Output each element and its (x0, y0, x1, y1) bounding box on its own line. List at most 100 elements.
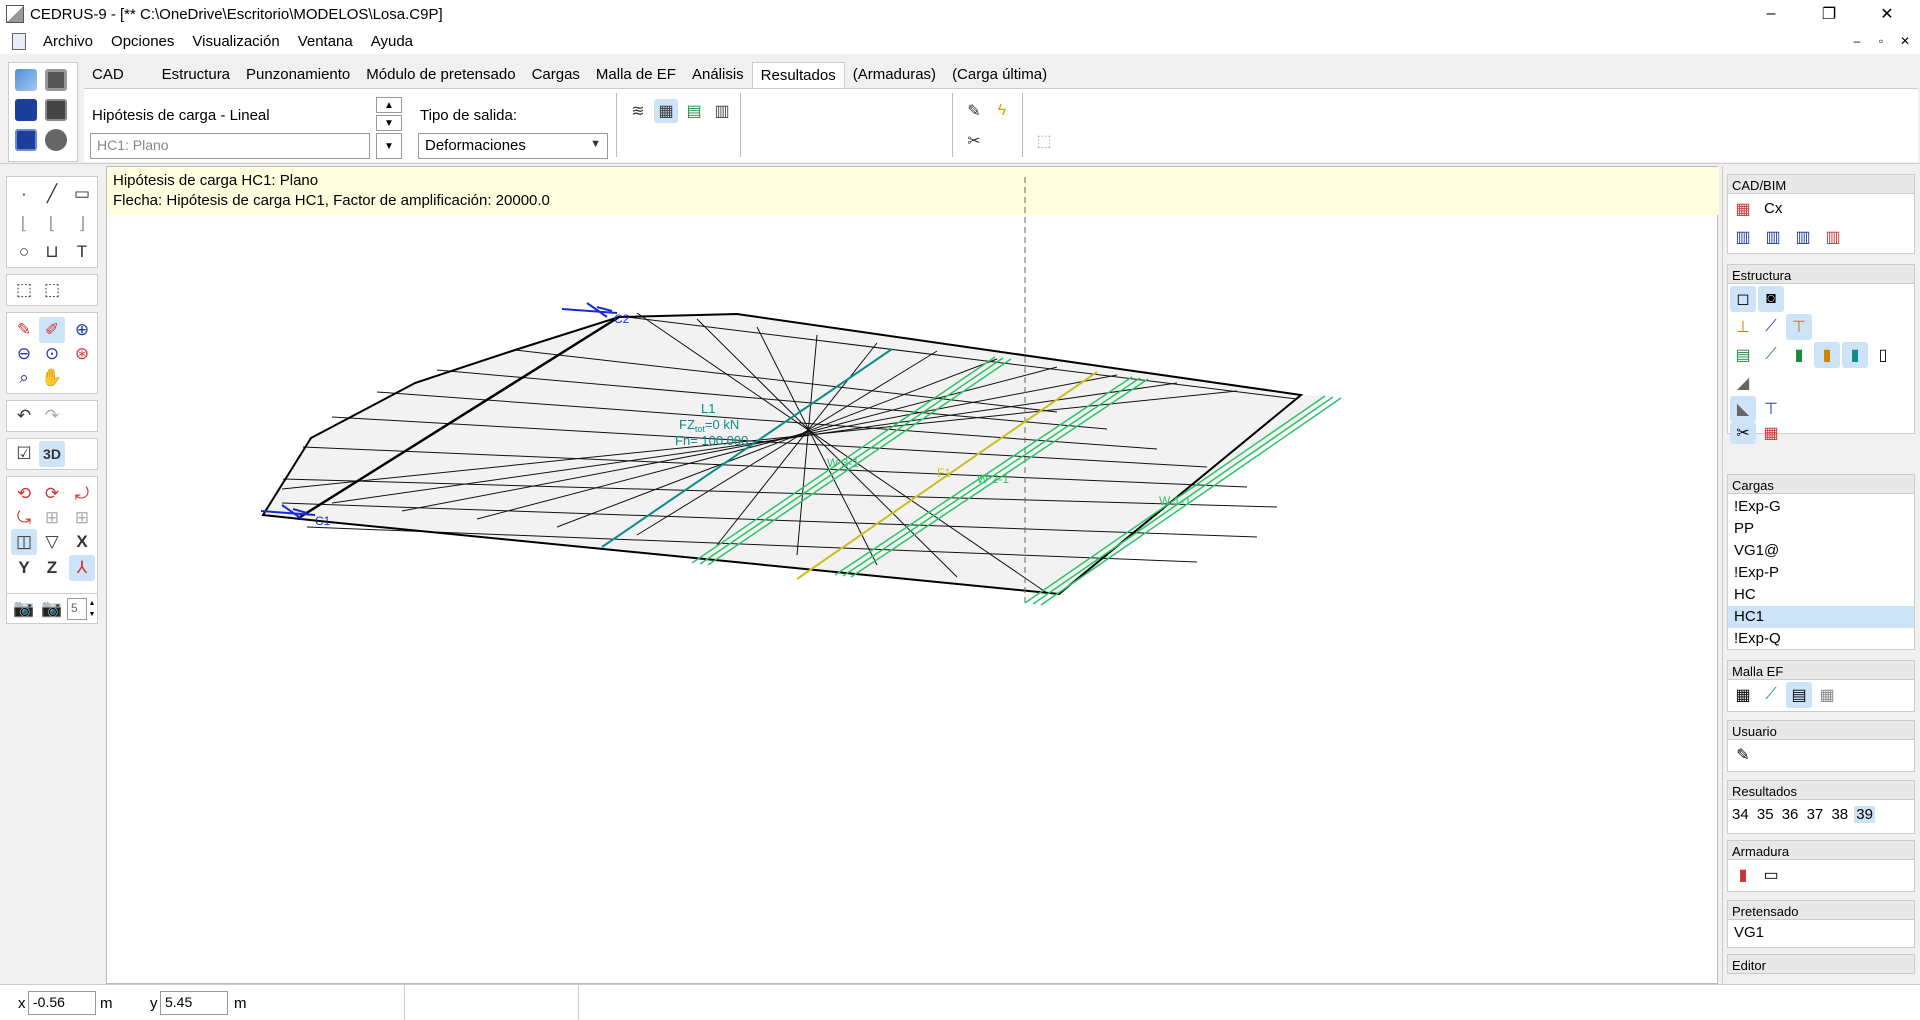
x-coord-field[interactable]: -0.56 (28, 991, 96, 1015)
print-icon[interactable] (45, 69, 67, 91)
checklist-icon[interactable]: ☑ (11, 441, 37, 467)
save-icon[interactable] (15, 99, 37, 121)
load-item-exp-g[interactable]: !Exp-G (1728, 496, 1914, 518)
load-item-vg1[interactable]: VG1@ (1728, 540, 1914, 562)
brick-icon[interactable]: ▦ (1758, 422, 1784, 444)
opening-icon[interactable]: ◙ (1758, 286, 1784, 312)
frame-view-icon[interactable]: ⊞ (39, 505, 65, 531)
mesh-table-icon[interactable]: ▤ (1786, 682, 1812, 708)
pencil-icon[interactable]: ✎ (1730, 742, 1756, 768)
tab-armaduras[interactable]: (Armaduras) (845, 62, 944, 88)
tab-analisis[interactable]: Análisis (684, 62, 752, 88)
rotate-right-icon[interactable]: ⟳ (39, 481, 65, 507)
rotate-down-icon[interactable]: ⤾ (69, 481, 95, 507)
slab-icon[interactable]: ◻ (1730, 286, 1756, 312)
tab-malla-ef[interactable]: Malla de EF (588, 62, 684, 88)
print-preview-icon[interactable] (45, 99, 67, 121)
polyline3-icon[interactable]: ⌋ (69, 211, 95, 237)
menu-visualizacion[interactable]: Visualización (183, 33, 288, 50)
view-y-button[interactable]: Y (11, 555, 37, 581)
select-icon[interactable]: ⬚ (11, 277, 37, 303)
tab-cad[interactable]: CAD (84, 62, 132, 88)
result-36[interactable]: 36 (1780, 806, 1801, 823)
menu-ayuda[interactable]: Ayuda (362, 33, 422, 50)
support-icon[interactable]: ⊥ (1730, 314, 1756, 340)
building4-icon[interactable]: ▥ (1820, 224, 1846, 250)
mdi-close-button[interactable]: ✕ (1894, 32, 1916, 50)
model-canvas[interactable]: Hipótesis de carga HC1: Plano Flecha: Hi… (106, 166, 1719, 985)
polyline2-icon[interactable]: ⌊ (39, 211, 65, 237)
beam-icon[interactable]: ⟋ (1758, 314, 1784, 340)
open-icon[interactable] (15, 69, 37, 91)
document-icon[interactable] (12, 32, 26, 50)
contour-lines-icon[interactable]: ≋ (626, 99, 650, 123)
perspective-icon[interactable]: ▽ (39, 529, 65, 555)
cut-icon[interactable]: ✂ (1730, 422, 1756, 444)
spin-value-field[interactable]: 5 (67, 598, 87, 620)
building3-icon[interactable]: ▥ (1790, 224, 1816, 250)
tab-modulo-pretensado[interactable]: Módulo de pretensado (358, 62, 523, 88)
menu-archivo[interactable]: Archivo (34, 33, 102, 50)
building2-icon[interactable]: ▥ (1760, 224, 1786, 250)
load-up-button[interactable]: ▲ (376, 97, 402, 113)
rebar-doc-icon[interactable]: ▭ (1758, 862, 1784, 888)
pick-icon[interactable]: ✐ (39, 317, 65, 343)
load-item-hc1[interactable]: HC1 (1728, 606, 1914, 628)
dimension-icon[interactable]: ⊔ (39, 239, 65, 265)
mdi-restore-button[interactable]: ▫ (1870, 32, 1892, 50)
load-item-exp-p[interactable]: !Exp-P (1728, 562, 1914, 584)
report-icon[interactable]: ✎ (962, 99, 986, 123)
result-38[interactable]: 38 (1829, 806, 1850, 823)
mesh-icon[interactable]: ▦ (1730, 682, 1756, 708)
pretensado-vg1[interactable]: VG1 (1728, 920, 1914, 942)
menu-opciones[interactable]: Opciones (102, 33, 183, 50)
frame-view2-icon[interactable]: ⊞ (69, 505, 95, 531)
result-39[interactable]: 39 (1854, 806, 1875, 823)
wall2-icon[interactable]: ▮ (1814, 342, 1840, 368)
model-view-svg[interactable]: C2 C1 L1 FZtot=0 kN Fn= 100.000 W 3-1 F1… (107, 167, 1719, 985)
camera-icon[interactable]: 📷 (11, 596, 37, 622)
load-item-pp[interactable]: PP (1728, 518, 1914, 540)
undo-icon[interactable]: ↶ (11, 403, 37, 429)
column-icon[interactable]: ⊤ (1786, 314, 1812, 340)
wall4-icon[interactable]: ▯ (1870, 342, 1896, 368)
result-37[interactable]: 37 (1805, 806, 1826, 823)
zoom-in-icon[interactable]: ⊕ (69, 317, 95, 343)
close-button[interactable]: ✕ (1864, 0, 1910, 28)
text-tool-icon[interactable]: T (69, 239, 95, 265)
load-down-button[interactable]: ▼ (376, 115, 402, 131)
line-support-icon[interactable]: ⟋ (1758, 342, 1784, 368)
output-type-select[interactable]: Deformaciones ▼ (418, 133, 608, 159)
wall-icon[interactable]: ▮ (1786, 342, 1812, 368)
zoom-out-icon[interactable]: ⊖ (11, 341, 37, 367)
minimize-button[interactable]: – (1748, 0, 1794, 28)
zoom-extents-icon[interactable]: ⌕ (11, 365, 37, 391)
line-icon[interactable]: ╱ (39, 181, 65, 207)
scissors-icon[interactable]: ✂ (962, 129, 986, 153)
stairs-icon[interactable]: ◣ (1730, 396, 1756, 422)
load-dropdown-button[interactable]: ▼ (376, 133, 402, 159)
tab-cargas[interactable]: Cargas (524, 62, 588, 88)
tab-carga-ultima[interactable]: (Carga última) (944, 62, 1055, 88)
result-35[interactable]: 35 (1755, 806, 1776, 823)
shaded-mesh-icon[interactable]: ▦ (654, 99, 678, 123)
select-window-icon[interactable]: ⬚ (39, 277, 65, 303)
save-all-icon[interactable] (15, 129, 37, 151)
mesh-grid-icon[interactable]: ▦ (1814, 682, 1840, 708)
view-x-button[interactable]: X (69, 529, 95, 555)
rotate-left-icon[interactable]: ⟲ (11, 481, 37, 507)
menu-ventana[interactable]: Ventana (289, 33, 362, 50)
result-34[interactable]: 34 (1730, 806, 1751, 823)
ramp-icon[interactable]: ◢ (1730, 370, 1756, 396)
redo-icon[interactable]: ↷ (39, 403, 65, 429)
view-z-button[interactable]: Z (39, 555, 65, 581)
zoom-window-icon[interactable]: ⊙ (39, 341, 65, 367)
lightning-icon[interactable]: ϟ (990, 99, 1014, 123)
wall3-icon[interactable]: ▮ (1842, 342, 1868, 368)
grid-icon[interactable]: ▦ (1730, 196, 1756, 222)
tab-estructura[interactable]: Estructura (154, 62, 238, 88)
rebar-chart-icon[interactable]: ▮ (1730, 862, 1756, 888)
cube-view-icon[interactable]: ◫ (11, 529, 37, 555)
capital-icon[interactable]: ⊤ (1758, 396, 1784, 422)
polyline-icon[interactable]: ⌊ (11, 211, 37, 237)
